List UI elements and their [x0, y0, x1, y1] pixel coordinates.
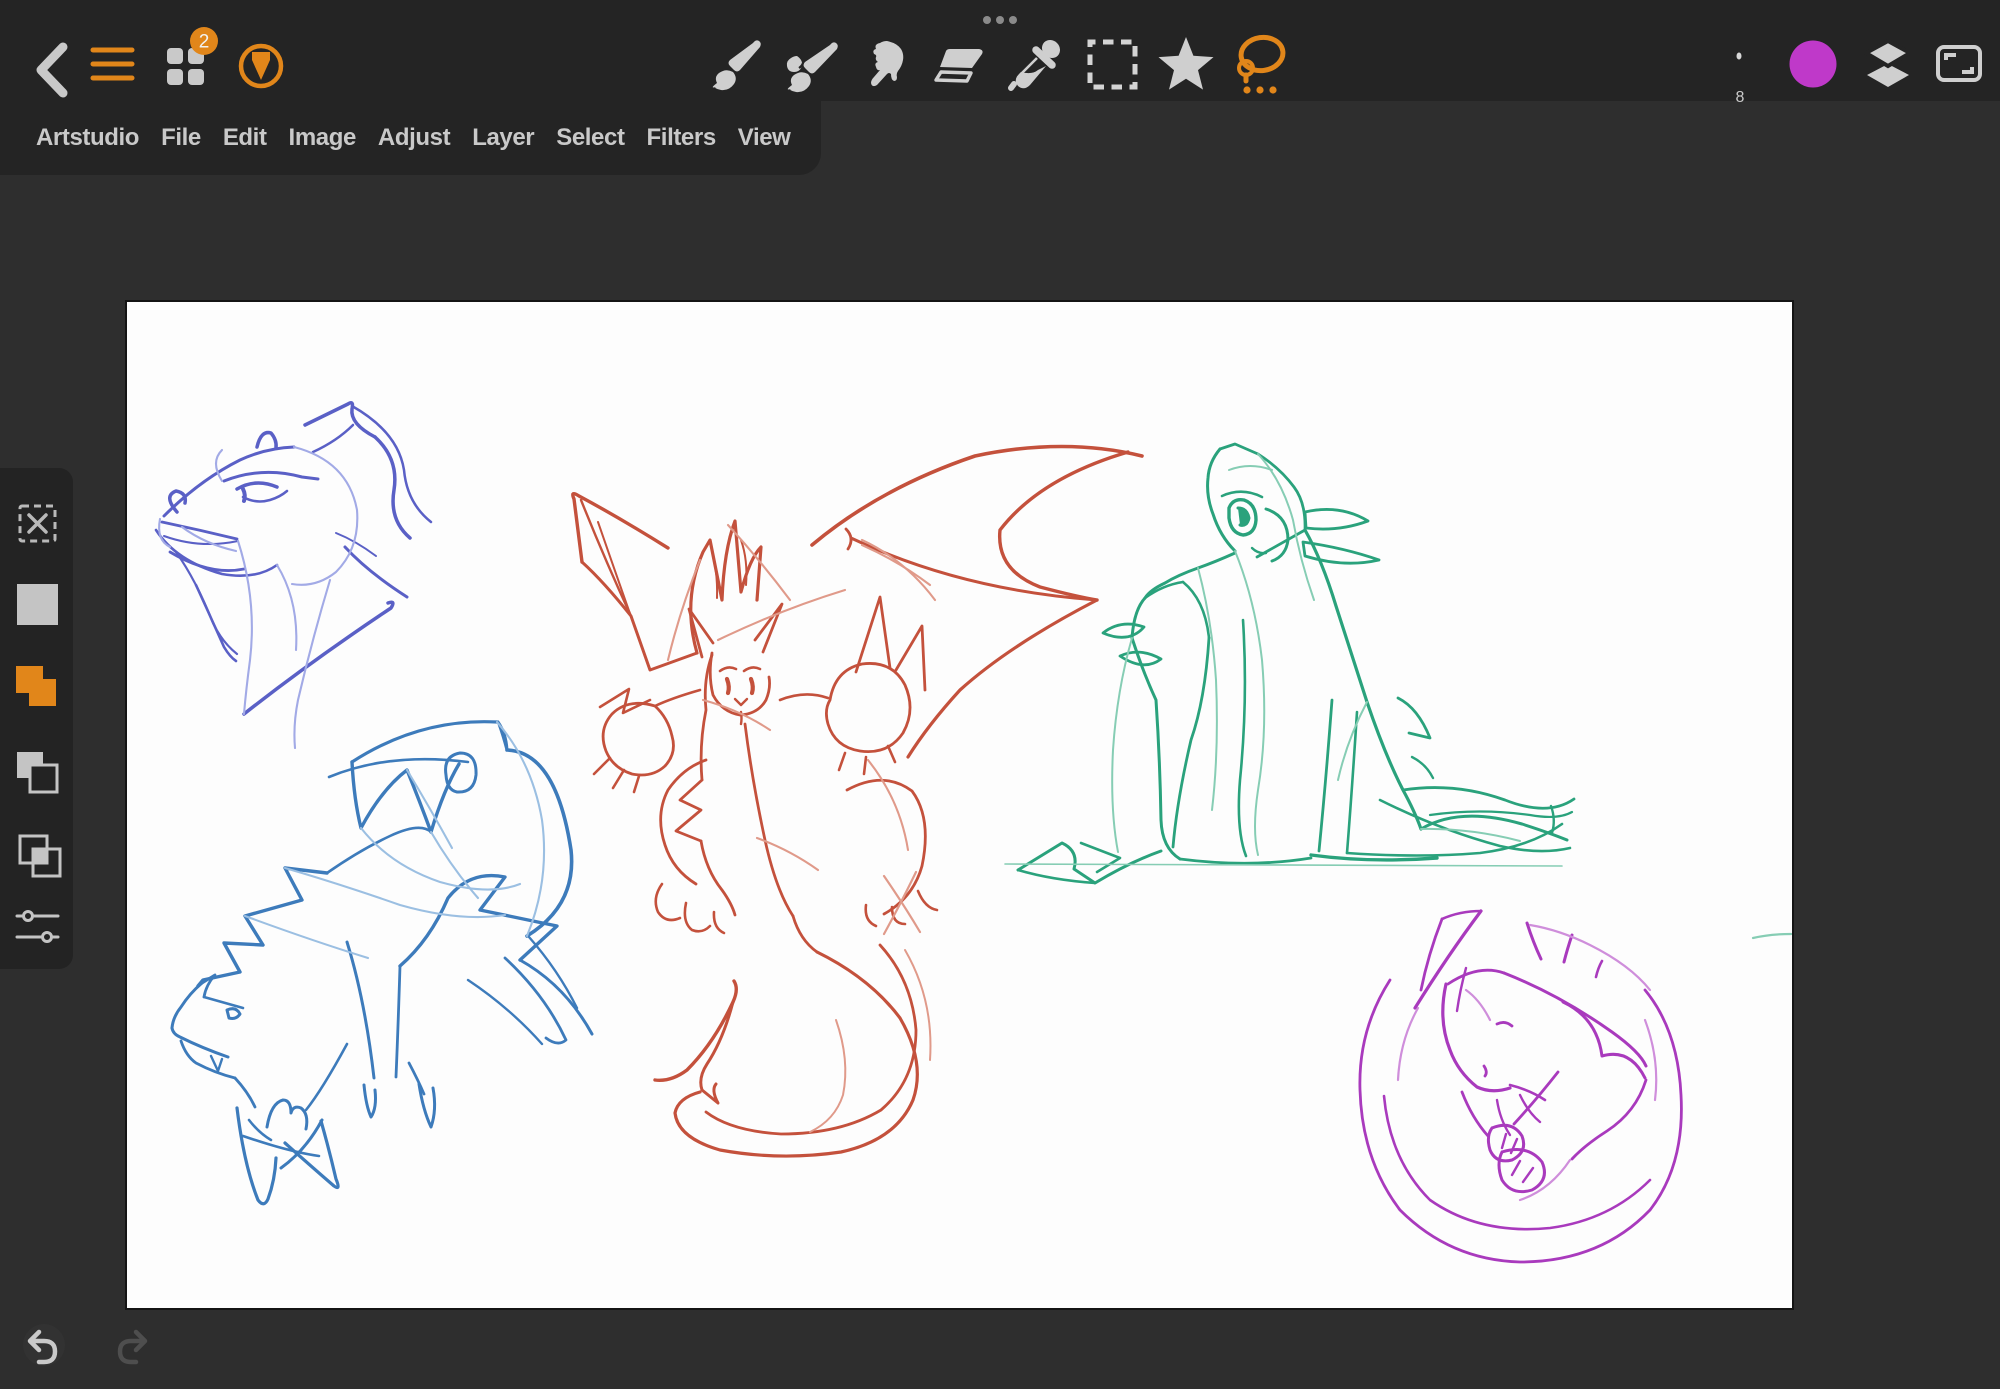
- svg-text:8: 8: [1736, 89, 1745, 106]
- svg-text:2: 2: [199, 32, 210, 53]
